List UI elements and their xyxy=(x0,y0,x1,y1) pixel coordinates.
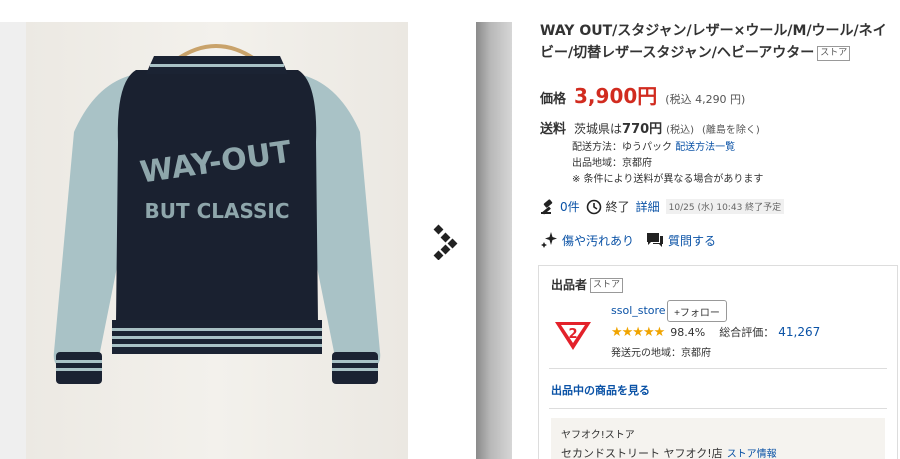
item-title: WAY OUT/スタジャン/レザー×ウール/M/ウール/ネイビー/切替レザースタ… xyxy=(540,20,892,64)
shipping-details: 配送方法：ゆうパック 配送方法一覧 出品地域：京都府 ※ 条件により送料が異なる… xyxy=(572,140,763,188)
next-image-icon[interactable] xyxy=(432,224,458,261)
price-value: 3,900円 xyxy=(574,84,658,108)
auction-status-row: 0件 終了 詳細 10/25 (水) 10:43 終了予定 xyxy=(540,198,785,215)
store-name-row: セカンドストリート ヤフオク!店 ストア情報 xyxy=(561,445,875,459)
image-gallery: WAY-OUT BUT CLASSIC xyxy=(0,0,512,459)
prev-image-thumbnail[interactable] xyxy=(0,22,26,459)
shipping-summary: 茨城県は770円 xyxy=(574,118,662,137)
seller-divider-1 xyxy=(549,368,887,369)
main-product-photo[interactable]: WAY-OUT BUT CLASSIC xyxy=(26,22,408,459)
next-image-thumbnail[interactable] xyxy=(476,22,512,459)
shipping-origin: 出品地域：京都府 xyxy=(572,158,652,169)
total-rating-label: 総合評価： xyxy=(719,326,775,339)
store-type: ヤフオク!ストア xyxy=(561,430,635,441)
clock-icon xyxy=(586,199,601,214)
sparkle-icon xyxy=(541,232,557,248)
jacket-lettering-2: BUT CLASSIC xyxy=(144,199,289,223)
store-badge: ストア xyxy=(817,46,851,61)
shipping-label: 送料 xyxy=(540,122,567,137)
total-rating-count[interactable]: 41,267 xyxy=(778,325,820,339)
condition-link[interactable]: 傷や汚れあり xyxy=(562,232,634,249)
end-label: 終了 xyxy=(605,200,630,214)
price-tax: (税込 4,290 円) xyxy=(665,93,746,106)
shipping-note: ※ 条件により送料が異なる場合があります xyxy=(572,174,764,185)
shipping-prefecture: 茨城県は xyxy=(574,122,623,136)
shipping-island-note: (離島を除く) xyxy=(701,125,760,136)
seller-name-link[interactable]: ssol_store xyxy=(611,304,666,317)
jacket-image: WAY-OUT BUT CLASSIC xyxy=(53,44,381,384)
seller-heading: 出品者 ストア xyxy=(551,276,624,293)
item-links-row: 傷や汚れあり 質問する xyxy=(540,231,716,249)
end-date: 10/25 (水) 10:43 終了予定 xyxy=(665,199,785,214)
shipping-amount: 770円 xyxy=(622,122,663,137)
follow-button[interactable]: +フォロー xyxy=(667,300,727,322)
see-seller-items-link[interactable]: 出品中の商品を見る xyxy=(551,382,650,398)
seller-divider-2 xyxy=(549,408,887,409)
seller-region: 発送元の地域：京都府 xyxy=(611,348,711,359)
shipping-tax-note: (税込) xyxy=(666,125,694,136)
question-chat-icon xyxy=(647,233,664,247)
rating-percent: 98.4% xyxy=(670,325,706,339)
seller-logo-number: 2 xyxy=(568,327,577,342)
shipping-method-link[interactable]: 配送方法一覧 xyxy=(675,142,735,153)
store-info-box: ヤフオク!ストア セカンドストリート ヤフオク!店 ストア情報 xyxy=(551,418,885,459)
price-label: 価格 xyxy=(540,92,567,107)
price-row: 価格 3,900円 (税込 4,290 円) xyxy=(540,80,746,108)
shipping-method: 配送方法：ゆうパック 配送方法一覧 xyxy=(572,140,763,156)
shipping-method-text: 配送方法：ゆうパック xyxy=(572,142,672,153)
store-info-link[interactable]: ストア情報 xyxy=(727,449,777,459)
item-info-panel: WAY OUT/スタジャン/レザー×ウール/M/ウール/ネイビー/切替レザースタ… xyxy=(512,0,900,459)
gavel-icon xyxy=(541,198,553,215)
end-detail-link[interactable]: 詳細 xyxy=(636,198,660,215)
seller-heading-text: 出品者 xyxy=(551,278,588,292)
seller-card: 出品者 ストア 2 ssol_store +フォロー ★★★★★ 98.4% 総合… xyxy=(538,265,898,459)
question-link[interactable]: 質問する xyxy=(668,232,716,249)
seller-rating-row: ★★★★★ 98.4% 総合評価： 41,267 xyxy=(611,324,820,340)
shipping-row: 送料 茨城県は770円 (税込) (離島を除く) xyxy=(540,118,760,137)
rating-stars-icon: ★★★★★ xyxy=(611,324,665,340)
store-name: セカンドストリート ヤフオク!店 xyxy=(561,447,723,459)
seller-logo-icon[interactable]: 2 xyxy=(553,314,593,354)
seller-store-badge: ストア xyxy=(590,278,624,293)
bid-count-link[interactable]: 0件 xyxy=(560,198,580,215)
